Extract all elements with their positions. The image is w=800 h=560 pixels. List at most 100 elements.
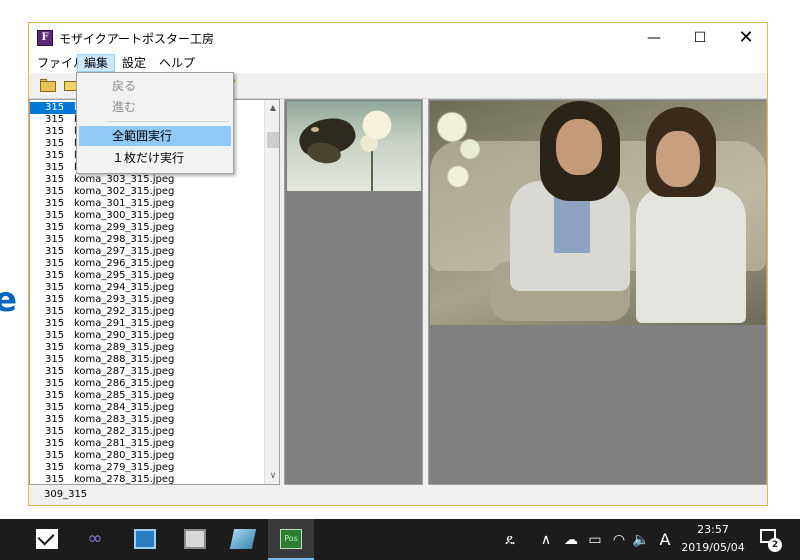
file-count: 315 bbox=[45, 258, 65, 269]
file-count: 315 bbox=[45, 198, 65, 209]
file-count: 315 bbox=[45, 318, 65, 329]
butterfly-spot bbox=[311, 127, 319, 132]
file-name: koma_297_315.jpeg bbox=[74, 246, 175, 257]
file-count: 315 bbox=[45, 366, 65, 377]
close-button[interactable]: ✕ bbox=[723, 23, 769, 53]
flower bbox=[357, 107, 397, 167]
file-name: koma_293_315.jpeg bbox=[74, 294, 175, 305]
notification-center-button[interactable]: 2 bbox=[758, 527, 782, 552]
file-count: 315 bbox=[45, 390, 65, 401]
thumbnail-pane bbox=[284, 99, 423, 485]
minimize-button[interactable]: — bbox=[631, 23, 677, 53]
file-count: 315 bbox=[45, 438, 65, 449]
file-count: 315 bbox=[45, 246, 65, 257]
wifi-icon[interactable]: ◠ bbox=[610, 531, 628, 549]
file-list-scrollbar[interactable]: ▲ ∨ bbox=[264, 100, 279, 484]
title-bar[interactable]: F モザイクアートポスター工房 — ☐ ✕ bbox=[29, 23, 767, 53]
file-name: koma_299_315.jpeg bbox=[74, 222, 175, 233]
mosaic-preview-image bbox=[430, 101, 766, 325]
file-count: 315 bbox=[45, 270, 65, 281]
file-name: koma_289_315.jpeg bbox=[74, 342, 175, 353]
butterfly-thumbnail bbox=[287, 101, 421, 191]
scroll-down-arrow[interactable]: ∨ bbox=[265, 468, 279, 484]
file-name: koma_303_315.jpeg bbox=[74, 174, 175, 185]
file-count: 315 bbox=[45, 450, 65, 461]
file-name: koma_283_315.jpeg bbox=[74, 414, 175, 425]
screen-app-icon bbox=[184, 529, 206, 549]
taskbar-loop-app[interactable]: ∞ bbox=[72, 519, 118, 560]
menu-help[interactable]: ヘルプ bbox=[153, 54, 201, 72]
status-text: 309_315 bbox=[44, 489, 88, 500]
menu-edit[interactable]: 編集 bbox=[77, 54, 116, 72]
taskbar: ∞ Pos ዴ ∧ ☁ ▭ ◠ 🔈 A 23:57 2019/05/04 2 bbox=[0, 519, 800, 560]
app-icon[interactable]: F bbox=[37, 30, 53, 46]
people-icon[interactable]: ዴ bbox=[500, 531, 520, 549]
maximize-button[interactable]: ☐ bbox=[677, 23, 723, 53]
file-count: 315 bbox=[45, 474, 65, 485]
file-count: 315 bbox=[45, 126, 65, 137]
file-count: 315 bbox=[45, 150, 65, 161]
file-name: koma_294_315.jpeg bbox=[74, 282, 175, 293]
loop-app-icon: ∞ bbox=[87, 528, 103, 549]
person-right bbox=[626, 107, 766, 325]
window-title: モザイクアートポスター工房 bbox=[59, 32, 215, 46]
file-name: koma_282_315.jpeg bbox=[74, 426, 175, 437]
menu-bar: ファイル 編集 設定 ヘルプ bbox=[29, 53, 767, 73]
file-name: koma_290_315.jpeg bbox=[74, 330, 175, 341]
menu-settings[interactable]: 設定 bbox=[116, 54, 152, 72]
preview-pane bbox=[428, 99, 767, 485]
file-count: 315 bbox=[45, 162, 65, 173]
open-folder-icon[interactable] bbox=[39, 77, 57, 93]
file-name: koma_296_315.jpeg bbox=[74, 258, 175, 269]
file-count: 315 bbox=[45, 114, 65, 125]
file-count: 315 bbox=[45, 378, 65, 389]
file-name: koma_284_315.jpeg bbox=[74, 402, 175, 413]
scroll-up-arrow[interactable]: ▲ bbox=[265, 100, 279, 116]
file-name: koma_291_315.jpeg bbox=[74, 318, 175, 329]
file-count: 315 bbox=[45, 402, 65, 413]
box-app-icon bbox=[134, 529, 156, 549]
menu-item-run-all[interactable]: 全範囲実行 bbox=[79, 126, 231, 146]
flowers bbox=[434, 105, 494, 215]
file-count: 315 bbox=[45, 294, 65, 305]
chevron-up-icon[interactable]: ∧ bbox=[538, 531, 554, 549]
file-count: 315 bbox=[45, 414, 65, 425]
status-bar: 309_315 bbox=[29, 485, 767, 505]
pen-app-icon bbox=[229, 529, 257, 549]
file-count: 315 bbox=[45, 102, 65, 113]
edit-menu-dropdown: 戻る 進む 全範囲実行 １枚だけ実行 bbox=[76, 72, 234, 174]
clock-date[interactable]: 2019/05/04 bbox=[680, 541, 746, 554]
file-count: 315 bbox=[45, 282, 65, 293]
file-count: 315 bbox=[45, 342, 65, 353]
file-count: 315 bbox=[45, 222, 65, 233]
notification-count: 2 bbox=[768, 538, 782, 552]
file-count: 315 bbox=[45, 186, 65, 197]
file-count: 315 bbox=[45, 330, 65, 341]
menu-item-undo[interactable]: 戻る bbox=[79, 76, 231, 96]
taskbar-mail[interactable] bbox=[24, 519, 70, 560]
file-count: 315 bbox=[45, 210, 65, 221]
menu-separator bbox=[107, 121, 229, 122]
file-name: koma_298_315.jpeg bbox=[74, 234, 175, 245]
clock-time[interactable]: 23:57 bbox=[688, 523, 738, 536]
file-name: koma_281_315.jpeg bbox=[74, 438, 175, 449]
file-name: koma_278_315.jpeg bbox=[74, 474, 175, 485]
edge-browser-icon[interactable]: e bbox=[0, 280, 17, 320]
battery-icon[interactable]: ▭ bbox=[586, 531, 604, 549]
file-count: 315 bbox=[45, 138, 65, 149]
file-name: koma_279_315.jpeg bbox=[74, 462, 175, 473]
ime-indicator[interactable]: A bbox=[656, 531, 674, 549]
menu-item-run-one[interactable]: １枚だけ実行 bbox=[79, 148, 231, 168]
file-count: 315 bbox=[45, 234, 65, 245]
taskbar-box-app[interactable] bbox=[122, 519, 168, 560]
menu-item-redo[interactable]: 進む bbox=[79, 97, 231, 117]
file-name: koma_295_315.jpeg bbox=[74, 270, 175, 281]
taskbar-screen-app[interactable] bbox=[172, 519, 218, 560]
taskbar-pos-app[interactable]: Pos bbox=[268, 519, 314, 560]
onedrive-icon[interactable]: ☁ bbox=[562, 531, 580, 549]
taskbar-pen-app[interactable] bbox=[220, 519, 266, 560]
scroll-thumb[interactable] bbox=[267, 132, 279, 148]
volume-icon[interactable]: 🔈 bbox=[632, 531, 650, 549]
file-name: koma_300_315.jpeg bbox=[74, 210, 175, 221]
file-name: koma_280_315.jpeg bbox=[74, 450, 175, 461]
